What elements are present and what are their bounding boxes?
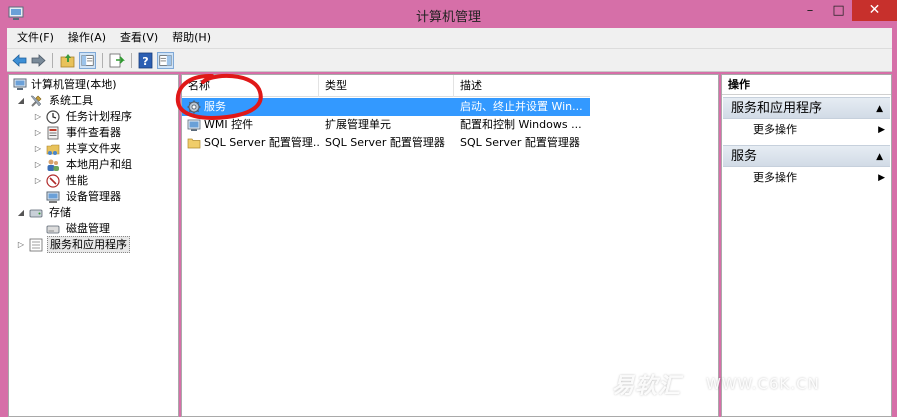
clock-icon (46, 110, 60, 124)
maximize-button[interactable]: □ (825, 0, 852, 21)
console-tree-pane: 计算机管理(本地) ◢ 系统工具 ▷ 任务计划程序 ▷ 事件查看器 ▷ 共享文件… (8, 74, 179, 417)
column-header-type[interactable]: 类型 (319, 75, 454, 97)
collapsed-triangle-icon[interactable]: ▷ (16, 237, 26, 253)
column-header-description[interactable]: 描述 (454, 75, 590, 97)
export-list-icon[interactable] (108, 52, 125, 69)
cell-description: 启动、终止并设置 Win... (460, 100, 583, 113)
services-apps-icon (29, 238, 43, 252)
collapsed-triangle-icon[interactable]: ▷ (33, 141, 43, 157)
cell-type: SQL Server 配置管理器 (325, 136, 445, 149)
actions-pane: 操作 服务和应用程序 ▲ 更多操作 ▶ 服务 ▲ 更多操作 ▶ (721, 74, 892, 417)
tree-item-event-viewer[interactable]: ▷ 事件查看器 (9, 125, 177, 141)
list-header: 名称 类型 描述 (182, 75, 590, 97)
collapsed-triangle-icon[interactable]: ▷ (33, 109, 43, 125)
tree-item-device-manager[interactable]: 设备管理器 (9, 189, 177, 205)
cell-description: SQL Server 配置管理器 (460, 136, 580, 149)
tree-label-services-apps: 服务和应用程序 (47, 236, 130, 253)
gear-icon (187, 100, 201, 114)
disk-icon (46, 225, 60, 234)
chevron-right-icon: ▶ (878, 125, 885, 135)
tree-label-event-viewer: 事件查看器 (66, 126, 121, 139)
cell-name: WMI 控件 (204, 118, 254, 131)
toolbar-separator (102, 53, 103, 68)
collapse-triangle-icon[interactable]: ▲ (876, 98, 883, 120)
cell-type: 扩展管理单元 (325, 118, 391, 131)
tree-label-performance: 性能 (66, 174, 88, 187)
forward-arrow-icon[interactable] (30, 52, 47, 69)
toolbar-separator (52, 53, 53, 68)
close-button[interactable]: ✕ (852, 0, 897, 21)
collapsed-triangle-icon[interactable]: ▷ (33, 157, 43, 173)
up-folder-icon[interactable] (59, 52, 76, 69)
tree-item-disk-management[interactable]: 磁盘管理 (9, 221, 177, 237)
cell-description: 配置和控制 Windows ... (460, 118, 582, 131)
cell-name: 服务 (204, 100, 226, 113)
device-manager-icon (46, 191, 60, 203)
tree-item-system-tools[interactable]: ◢ 系统工具 (9, 93, 177, 109)
menu-file[interactable]: 文件(F) (10, 28, 61, 48)
help-icon[interactable]: ? (137, 52, 154, 69)
menu-view[interactable]: 查看(V) (113, 28, 165, 48)
tree-item-storage[interactable]: ◢ 存储 (9, 205, 177, 221)
folder-icon (187, 138, 201, 149)
actions-section-services-apps[interactable]: 服务和应用程序 ▲ (723, 97, 890, 119)
collapsed-triangle-icon[interactable]: ▷ (33, 173, 43, 189)
computer-management-icon (13, 78, 27, 90)
shared-folder-icon (46, 144, 60, 155)
tree-item-root[interactable]: 计算机管理(本地) (9, 77, 177, 93)
minimize-button[interactable]: – (795, 0, 825, 21)
list-row-wmi[interactable]: WMI 控件 扩展管理单元 配置和控制 Windows ... (182, 116, 590, 134)
svg-text:?: ? (142, 55, 148, 68)
tree-label-storage: 存储 (49, 206, 71, 219)
window-title: 计算机管理 (415, 10, 481, 25)
menu-bar: 文件(F) 操作(A) 查看(V) 帮助(H) (7, 28, 892, 48)
actions-section-services[interactable]: 服务 ▲ (723, 145, 890, 167)
users-icon (47, 159, 59, 171)
wmi-control-icon (187, 119, 201, 131)
results-list-pane: 名称 类型 描述 服务 启动、终止并设置 Win... WMI 控件 扩展管理单… (181, 74, 719, 417)
tree-item-shared-folders[interactable]: ▷ 共享文件夹 (9, 141, 177, 157)
storage-icon (29, 209, 43, 218)
tree-label-disk-management: 磁盘管理 (66, 222, 110, 235)
tree-item-local-users[interactable]: ▷ 本地用户和组 (9, 157, 177, 173)
tree-label-task-scheduler: 任务计划程序 (66, 110, 132, 123)
list-row-services[interactable]: 服务 启动、终止并设置 Win... (182, 98, 590, 116)
show-hide-console-tree-icon[interactable] (79, 52, 96, 69)
more-actions-label: 更多操作 (753, 123, 797, 136)
cell-name: SQL Server 配置管理... (204, 136, 320, 149)
section-title: 服务和应用程序 (731, 101, 823, 116)
tree-item-services-apps[interactable]: ▷ 服务和应用程序 (9, 236, 177, 253)
performance-gauge-icon (46, 174, 60, 188)
list-row-sql-server[interactable]: SQL Server 配置管理... SQL Server 配置管理器 SQL … (182, 134, 590, 152)
tree-label-device-manager: 设备管理器 (66, 190, 121, 203)
column-header-name[interactable]: 名称 (182, 75, 319, 97)
tree-label-shared-folders: 共享文件夹 (66, 142, 121, 155)
collapse-triangle-icon[interactable]: ▲ (876, 146, 883, 168)
tree-item-performance[interactable]: ▷ 性能 (9, 173, 177, 189)
more-actions-label: 更多操作 (753, 171, 797, 184)
toolbar: ? (7, 48, 892, 72)
more-actions-item[interactable]: 更多操作 ▶ (722, 169, 891, 187)
tree-item-task-scheduler[interactable]: ▷ 任务计划程序 (9, 109, 177, 125)
menu-help[interactable]: 帮助(H) (165, 28, 218, 48)
collapsed-triangle-icon[interactable]: ▷ (33, 125, 43, 141)
event-log-icon (47, 126, 59, 140)
expanded-triangle-icon[interactable]: ◢ (16, 205, 26, 221)
show-hide-action-pane-icon[interactable] (157, 52, 174, 69)
actions-header: 操作 (722, 75, 891, 95)
tree-label-root: 计算机管理(本地) (31, 78, 117, 91)
tools-icon (30, 95, 42, 107)
section-title: 服务 (731, 149, 758, 164)
tree-label-system-tools: 系统工具 (49, 94, 93, 107)
toolbar-separator (131, 53, 132, 68)
title-bar: 计算机管理 – □ ✕ (0, 0, 897, 28)
more-actions-item[interactable]: 更多操作 ▶ (722, 121, 891, 139)
menu-action[interactable]: 操作(A) (61, 28, 113, 48)
expanded-triangle-icon[interactable]: ◢ (16, 93, 26, 109)
tree-label-local-users: 本地用户和组 (66, 158, 132, 171)
chevron-right-icon: ▶ (878, 173, 885, 183)
computer-management-window: 计算机管理 – □ ✕ 文件(F) 操作(A) 查看(V) 帮助(H) ? 计算… (0, 0, 897, 417)
back-arrow-icon[interactable] (11, 52, 28, 69)
